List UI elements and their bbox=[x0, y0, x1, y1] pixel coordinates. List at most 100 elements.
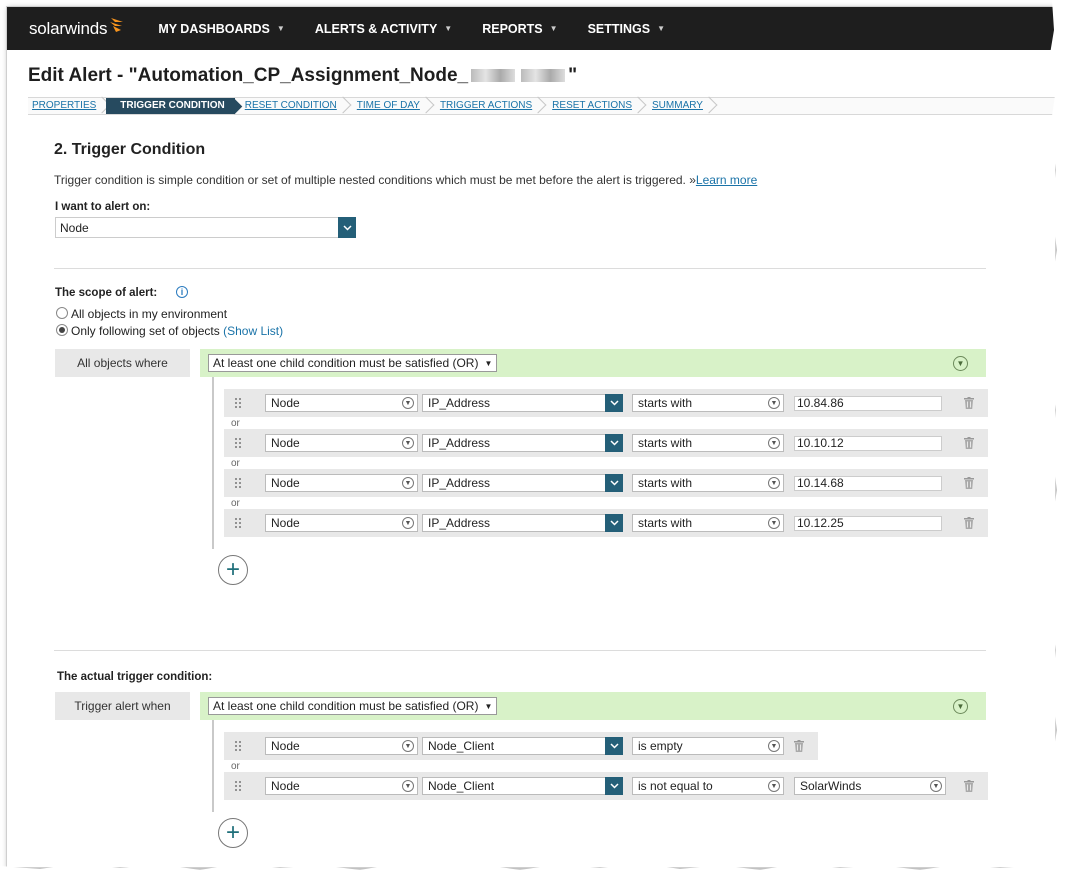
radio-following-text: Only following set of objects bbox=[71, 324, 220, 338]
chevron-down-icon: ▼ bbox=[768, 517, 780, 529]
object-value: Node bbox=[271, 436, 300, 450]
chevron-down-icon: ▼ bbox=[402, 740, 414, 752]
trigger-group-mode-select[interactable]: At least one child condition must be sat… bbox=[208, 697, 498, 715]
divider bbox=[54, 268, 986, 269]
step-summary[interactable]: SUMMARY bbox=[648, 98, 713, 114]
trash-icon[interactable] bbox=[964, 517, 974, 529]
learn-more-link[interactable]: Learn more bbox=[696, 173, 757, 187]
value-input[interactable]: 10.12.25 bbox=[794, 516, 942, 531]
field-select[interactable]: Node_Client bbox=[422, 737, 623, 755]
alert-on-value: Node bbox=[60, 221, 89, 235]
chevron-down-icon: ▼ bbox=[402, 517, 414, 529]
object-select[interactable]: Node ▼ bbox=[265, 434, 418, 452]
radio-all-objects-label: All objects in my environment bbox=[71, 307, 228, 321]
field-select[interactable]: Node_Client bbox=[422, 777, 623, 795]
field-value: IP_Address bbox=[428, 436, 491, 450]
field-select[interactable]: IP_Address bbox=[422, 394, 623, 412]
step-reset-actions[interactable]: RESET ACTIONS bbox=[548, 98, 642, 114]
step-properties[interactable]: PROPERTIES bbox=[28, 98, 106, 114]
chevron-down-icon bbox=[605, 474, 623, 492]
wizard-steps: PROPERTIES TRIGGER CONDITION RESET CONDI… bbox=[28, 97, 1055, 115]
solarwinds-logo[interactable]: solarwinds bbox=[29, 17, 125, 39]
redacted-text bbox=[471, 69, 516, 83]
drag-handle-icon[interactable] bbox=[234, 397, 242, 409]
operator-select[interactable]: starts with ▼ bbox=[632, 434, 784, 452]
trash-icon[interactable] bbox=[964, 477, 974, 489]
collapse-icon[interactable]: ▼ bbox=[953, 356, 968, 371]
value-input[interactable]: 10.84.86 bbox=[794, 396, 942, 411]
operator-select[interactable]: starts with ▼ bbox=[632, 514, 784, 532]
drag-handle-icon[interactable] bbox=[234, 477, 242, 489]
value-text: SolarWinds bbox=[800, 779, 862, 793]
field-value: Node_Client bbox=[428, 739, 495, 753]
add-trigger-condition-button[interactable]: + bbox=[218, 818, 248, 848]
object-value: Node bbox=[271, 516, 300, 530]
object-value: Node bbox=[271, 779, 300, 793]
step-time-of-day[interactable]: TIME OF DAY bbox=[353, 98, 430, 114]
top-nav: solarwinds MY DASHBOARDS ▼ ALERTS & ACTIV… bbox=[7, 7, 1055, 50]
alert-on-label: I want to alert on: bbox=[55, 201, 151, 213]
nav-reports[interactable]: REPORTS ▼ bbox=[482, 22, 557, 36]
torn-edge-bottom bbox=[0, 863, 1066, 875]
operator-value: starts with bbox=[638, 476, 693, 490]
info-icon[interactable]: i bbox=[176, 286, 188, 298]
trash-icon[interactable] bbox=[964, 780, 974, 792]
trash-icon[interactable] bbox=[964, 437, 974, 449]
object-select[interactable]: Node ▼ bbox=[265, 514, 418, 532]
collapse-icon[interactable]: ▼ bbox=[953, 699, 968, 714]
flame-icon bbox=[110, 17, 124, 32]
drag-handle-icon[interactable] bbox=[234, 780, 242, 792]
chevron-down-icon: ▼ bbox=[402, 780, 414, 792]
field-select[interactable]: IP_Address bbox=[422, 434, 623, 452]
section-description: Trigger condition is simple condition or… bbox=[54, 173, 757, 187]
drag-handle-icon[interactable] bbox=[234, 437, 242, 449]
step-trigger-actions[interactable]: TRIGGER ACTIONS bbox=[436, 98, 542, 114]
alert-on-select[interactable]: Node bbox=[55, 217, 356, 238]
operator-select[interactable]: is empty ▼ bbox=[632, 737, 784, 755]
value-select[interactable]: SolarWinds ▼ bbox=[794, 777, 946, 795]
divider bbox=[54, 650, 986, 651]
chevron-down-icon bbox=[605, 434, 623, 452]
field-select[interactable]: IP_Address bbox=[422, 514, 623, 532]
nav-label: REPORTS bbox=[482, 21, 543, 36]
trigger-tag: Trigger alert when bbox=[55, 692, 190, 720]
operator-select[interactable]: starts with ▼ bbox=[632, 394, 784, 412]
scope-group-mode-value: At least one child condition must be sat… bbox=[213, 356, 479, 370]
field-select[interactable]: IP_Address bbox=[422, 474, 623, 492]
radio-following-objects[interactable] bbox=[56, 324, 68, 336]
chevron-down-icon bbox=[338, 217, 356, 238]
add-scope-condition-button[interactable]: + bbox=[218, 555, 248, 585]
chevron-down-icon: ▼ bbox=[768, 477, 780, 489]
operator-value: starts with bbox=[638, 516, 693, 530]
chevron-down-icon: ▼ bbox=[549, 24, 558, 33]
trash-icon[interactable] bbox=[964, 397, 974, 409]
nav-my-dashboards[interactable]: MY DASHBOARDS ▼ bbox=[158, 22, 285, 36]
trigger-label: The actual trigger condition: bbox=[57, 671, 213, 683]
trash-icon[interactable] bbox=[794, 740, 804, 752]
radio-all-objects[interactable] bbox=[56, 307, 68, 319]
field-value: IP_Address bbox=[428, 396, 491, 410]
drag-handle-icon[interactable] bbox=[234, 740, 242, 752]
or-label: or bbox=[231, 498, 240, 509]
object-select[interactable]: Node ▼ bbox=[265, 737, 418, 755]
nav-settings[interactable]: SETTINGS ▼ bbox=[588, 22, 665, 36]
step-trigger-condition[interactable]: TRIGGER CONDITION bbox=[106, 98, 235, 114]
scope-group-header: At least one child condition must be sat… bbox=[200, 349, 986, 377]
drag-handle-icon[interactable] bbox=[234, 517, 242, 529]
step-reset-condition[interactable]: RESET CONDITION bbox=[241, 98, 347, 114]
nav-alerts-activity[interactable]: ALERTS & ACTIVITY ▼ bbox=[315, 22, 452, 36]
operator-value: starts with bbox=[638, 396, 693, 410]
show-list-link[interactable]: (Show List) bbox=[223, 324, 283, 338]
operator-select[interactable]: is not equal to ▼ bbox=[632, 777, 784, 795]
chevron-down-icon bbox=[605, 394, 623, 412]
object-select[interactable]: Node ▼ bbox=[265, 394, 418, 412]
operator-select[interactable]: starts with ▼ bbox=[632, 474, 784, 492]
value-input[interactable]: 10.10.12 bbox=[794, 436, 942, 451]
object-select[interactable]: Node ▼ bbox=[265, 777, 418, 795]
object-select[interactable]: Node ▼ bbox=[265, 474, 418, 492]
operator-value: is not equal to bbox=[638, 779, 713, 793]
value-input[interactable]: 10.14.68 bbox=[794, 476, 942, 491]
scope-group-mode-select[interactable]: At least one child condition must be sat… bbox=[208, 354, 498, 372]
or-label: or bbox=[231, 418, 240, 429]
tree-line bbox=[212, 720, 214, 812]
